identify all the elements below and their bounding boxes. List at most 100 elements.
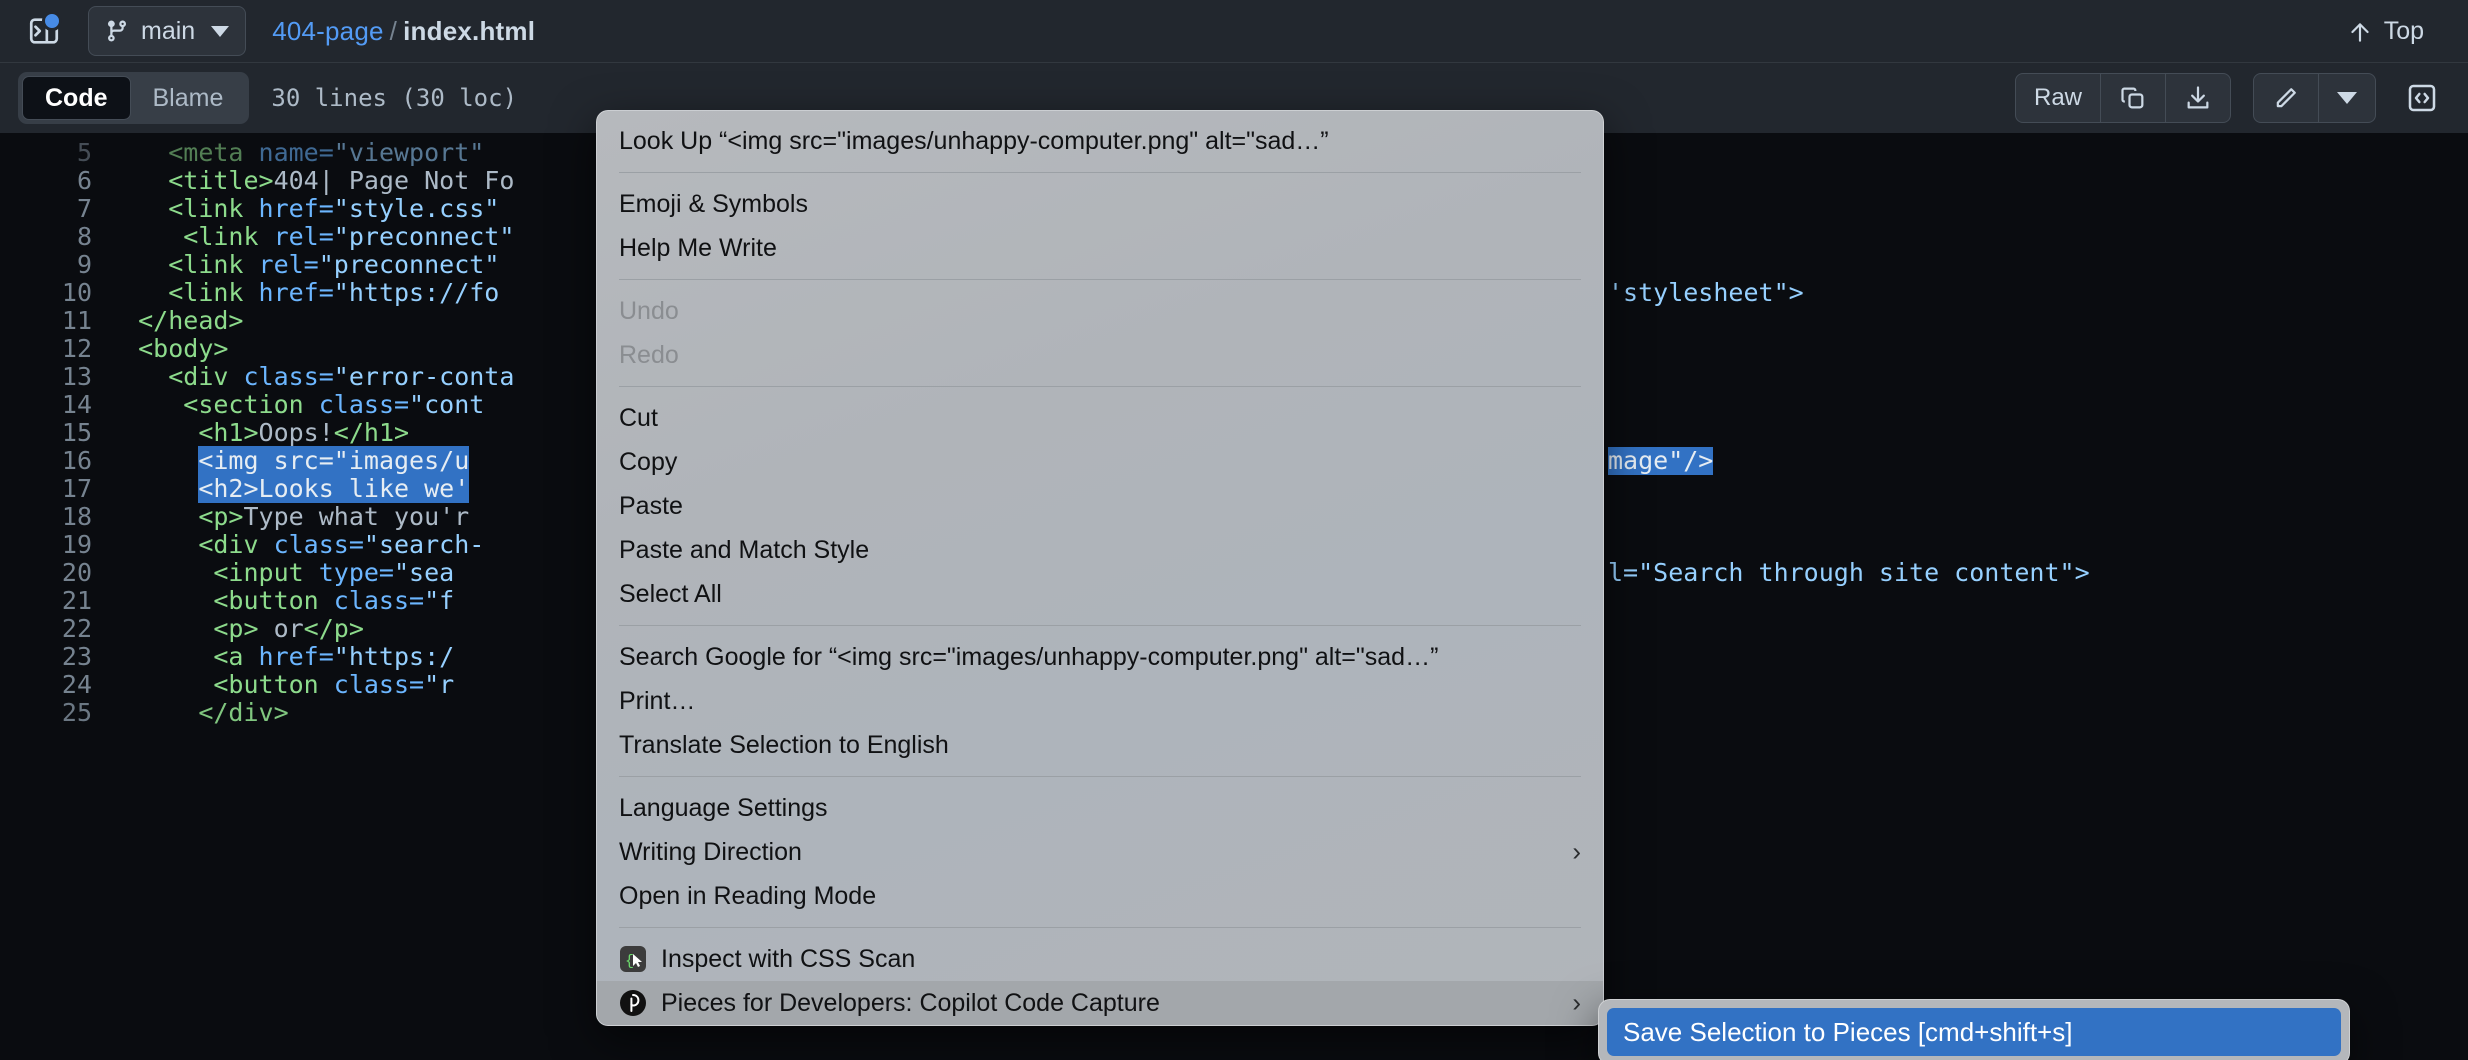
menu-separator [619,172,1581,173]
code-token: "images/u [333,446,470,475]
branch-name: main [141,16,196,45]
menu-item[interactable]: Cut [597,396,1603,440]
code-token: <button [213,586,334,615]
code-token: </head> [138,306,244,335]
code-token: Oops! [258,418,334,447]
menu-separator [619,776,1581,777]
code-token: "https://fo [333,278,500,307]
breadcrumb-repo-link[interactable]: 404-page [272,16,383,46]
code-blame-toggle: Code Blame [18,72,250,124]
code-token: "search- [363,530,485,559]
chevron-down-icon [211,25,230,37]
tab-blame[interactable]: Blame [131,76,246,120]
code-token: "preconnect" [318,250,500,279]
breadcrumb-file-name: index.html [403,15,536,46]
code-token: <link [168,194,259,223]
code-token: <link [168,250,259,279]
edit-button[interactable] [2254,74,2319,122]
menu-separator [619,927,1581,928]
menu-item[interactable]: {Inspect with CSS Scan [597,937,1603,981]
submenu-item[interactable]: Save Selection to Pieces [cmd+shift+s] [1607,1008,2341,1056]
code-token: <img [198,446,274,475]
code-symbols-button[interactable] [2398,74,2446,122]
menu-item[interactable]: Search Google for “<img src="images/unha… [597,635,1603,679]
line-number: 17 [61,474,92,503]
menu-item-label: Open in Reading Mode [619,881,877,910]
code-token: <div [168,362,244,391]
code-token: "sea [393,558,455,587]
code-token: or [258,614,304,643]
menu-item-label: Paste [619,491,683,520]
code-header-actions: Raw [2014,63,2446,133]
sidebar-toggle-button[interactable] [22,9,66,53]
context-submenu[interactable]: Save Selection to Pieces [cmd+shift+s] [1598,999,2350,1060]
line-number: 7 [76,194,92,223]
menu-item: Redo [597,333,1603,377]
pieces-icon [619,989,647,1017]
line-number: 6 [76,166,92,195]
tab-code[interactable]: Code [22,76,131,120]
code-token: href= [258,194,334,223]
pencil-icon [2276,88,2296,108]
chevron-down-icon [2337,92,2357,104]
menu-item[interactable]: Paste and Match Style [597,528,1603,572]
menu-item-label: Select All [619,579,722,608]
top-bar: main 404-page / index.html Top [0,0,2468,63]
menu-item[interactable]: Writing Direction › [597,830,1603,874]
menu-item[interactable]: Look Up “<img src="images/unhappy-comput… [597,119,1603,163]
menu-item[interactable]: Open in Reading Mode [597,874,1603,918]
menu-item-label: Cut [619,403,658,432]
code-token: <p> [198,502,244,531]
code-token: class= [243,362,334,391]
line-number: 10 [61,278,92,307]
menu-item[interactable]: Help Me Write [597,226,1603,270]
scroll-to-top-button[interactable]: Top [2347,0,2424,63]
copy-button[interactable] [2101,74,2166,122]
git-branch-icon [107,20,126,42]
menu-item[interactable]: Emoji & Symbols [597,182,1603,226]
raw-copy-download-group: Raw [2014,73,2231,123]
menu-item[interactable]: Copy [597,440,1603,484]
menu-item[interactable]: Language Settings [597,786,1603,830]
menu-item[interactable]: Paste [597,484,1603,528]
branch-selector[interactable]: main [88,6,247,56]
menu-item-label: Help Me Write [619,233,777,262]
menu-item[interactable]: Pieces for Developers: Copilot Code Capt… [597,981,1603,1025]
code-token: "error-conta [333,362,515,391]
download-button[interactable] [2166,74,2230,122]
edit-dropdown-button[interactable] [2319,74,2375,122]
line-content: <div class="error-conta [108,363,514,391]
line-number: 19 [61,530,92,559]
menu-item[interactable]: Translate Selection to English [597,723,1603,767]
menu-item-label: Emoji & Symbols [619,189,808,218]
code-token-tail: 'stylesheet"> [1608,278,1804,307]
line-number: 25 [61,698,92,727]
line-number: 23 [61,642,92,671]
code-token: rel= [258,250,319,279]
code-token: type= [318,558,394,587]
code-token: </p> [303,614,364,643]
code-token: class= [333,586,425,615]
app-root: main 404-page / index.html Top Code Blame … [0,0,2468,1060]
context-menu[interactable]: Look Up “<img src="images/unhappy-comput… [596,110,1604,1026]
css-scan-icon: { [619,945,647,973]
menu-item-label: Writing Direction [619,837,802,866]
menu-item[interactable]: Print… [597,679,1603,723]
raw-button[interactable]: Raw [2016,74,2101,122]
notification-dot-icon [42,11,62,31]
menu-item[interactable]: Select All [597,572,1603,616]
line-number: 12 [61,334,92,363]
code-token: "f [424,586,455,615]
